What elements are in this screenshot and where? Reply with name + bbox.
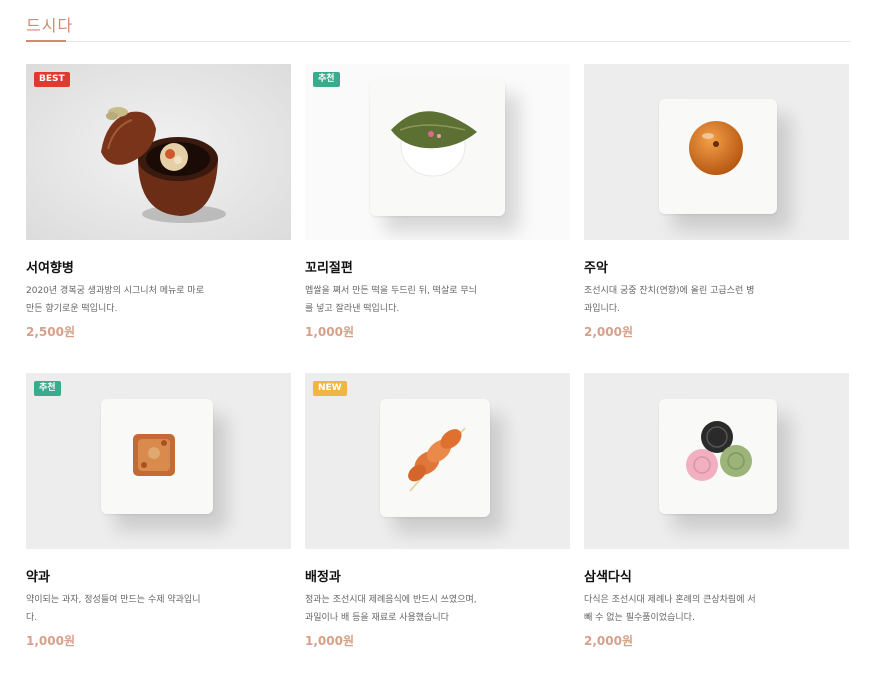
product-card[interactable]: 추천 약과 약이되는 과자, 정성들여 만드는 수제 약과입니다. 1,000원: [26, 373, 291, 673]
product-price: 1,000원: [26, 634, 75, 648]
product-card[interactable]: BEST 서여향병 2020년 경복궁 생과방의 시그니처 메뉴로 마로 만든 …: [26, 64, 291, 364]
product-image[interactable]: [584, 373, 849, 549]
product-name[interactable]: 배정과: [305, 566, 341, 585]
product-card[interactable]: NEW 배정과 정과는 조선시대 제례음식에 반드시 쓰였으며, 과일이나 배 …: [305, 373, 570, 673]
product-image[interactable]: 추천: [305, 64, 570, 240]
bowl-dessert-icon: [26, 64, 291, 240]
rice-cake-icon: [391, 111, 477, 177]
product-description: 정과는 조선시대 제례음식에 반드시 쓰였으며, 과일이나 배 등을 재료로 사…: [305, 595, 477, 623]
yakgwa-icon: [133, 434, 175, 476]
product-price: 1,000원: [305, 634, 354, 648]
product-name[interactable]: 약과: [26, 566, 50, 585]
product-price: 2,000원: [584, 634, 633, 648]
recommend-badge: 추천: [34, 381, 61, 396]
product-price: 2,500원: [26, 325, 75, 339]
product-description: 2020년 경복궁 생과방의 시그니처 메뉴로 마로 만든 향기로운 떡입니다.: [26, 286, 204, 314]
product-description: 멥쌀을 쪄서 만든 떡을 두드린 뒤, 떡살로 무늬를 넣고 잘라낸 떡입니다.: [305, 286, 477, 314]
product-description: 조선시대 궁중 잔치(연향)에 올린 고급스런 병과입니다.: [584, 286, 755, 314]
product-description: 약이되는 과자, 정성들여 만드는 수제 약과입니다.: [26, 595, 201, 623]
pear-jeonggwa-icon: [408, 427, 466, 492]
product-card[interactable]: 추천 꼬리절편 멥쌀을 쪄서 만든 떡을 두드린 뒤, 떡살로 무늬를 넣고 잘…: [305, 64, 570, 364]
fried-rice-cake-icon: [689, 121, 743, 175]
product-name[interactable]: 삼색다식: [584, 566, 632, 585]
product-card[interactable]: 삼색다식 다식은 조선시대 제례나 혼례의 큰상차림에 서 빼 수 없는 필수품…: [584, 373, 849, 673]
product-name[interactable]: 서여향병: [26, 257, 74, 276]
product-name[interactable]: 주악: [584, 257, 608, 276]
product-description: 다식은 조선시대 제례나 혼례의 큰상차림에 서 빼 수 없는 필수품이었습니다…: [584, 595, 756, 623]
best-badge: BEST: [34, 72, 70, 87]
product-price: 1,000원: [305, 325, 354, 339]
section-title: 드시다: [26, 16, 74, 35]
product-price: 2,000원: [584, 325, 633, 339]
product-card[interactable]: 주악 조선시대 궁중 잔치(연향)에 올린 고급스런 병과입니다. 2,000원: [584, 64, 849, 364]
product-name[interactable]: 꼬리절편: [305, 257, 353, 276]
product-image[interactable]: [584, 64, 849, 240]
new-badge: NEW: [313, 381, 347, 396]
product-image[interactable]: BEST: [26, 64, 291, 240]
title-accent-bar: [26, 40, 66, 42]
dasik-icon: [686, 421, 752, 481]
product-image[interactable]: NEW: [305, 373, 570, 549]
recommend-badge: 추천: [313, 72, 340, 87]
product-image[interactable]: 추천: [26, 373, 291, 549]
title-divider: [26, 41, 850, 42]
